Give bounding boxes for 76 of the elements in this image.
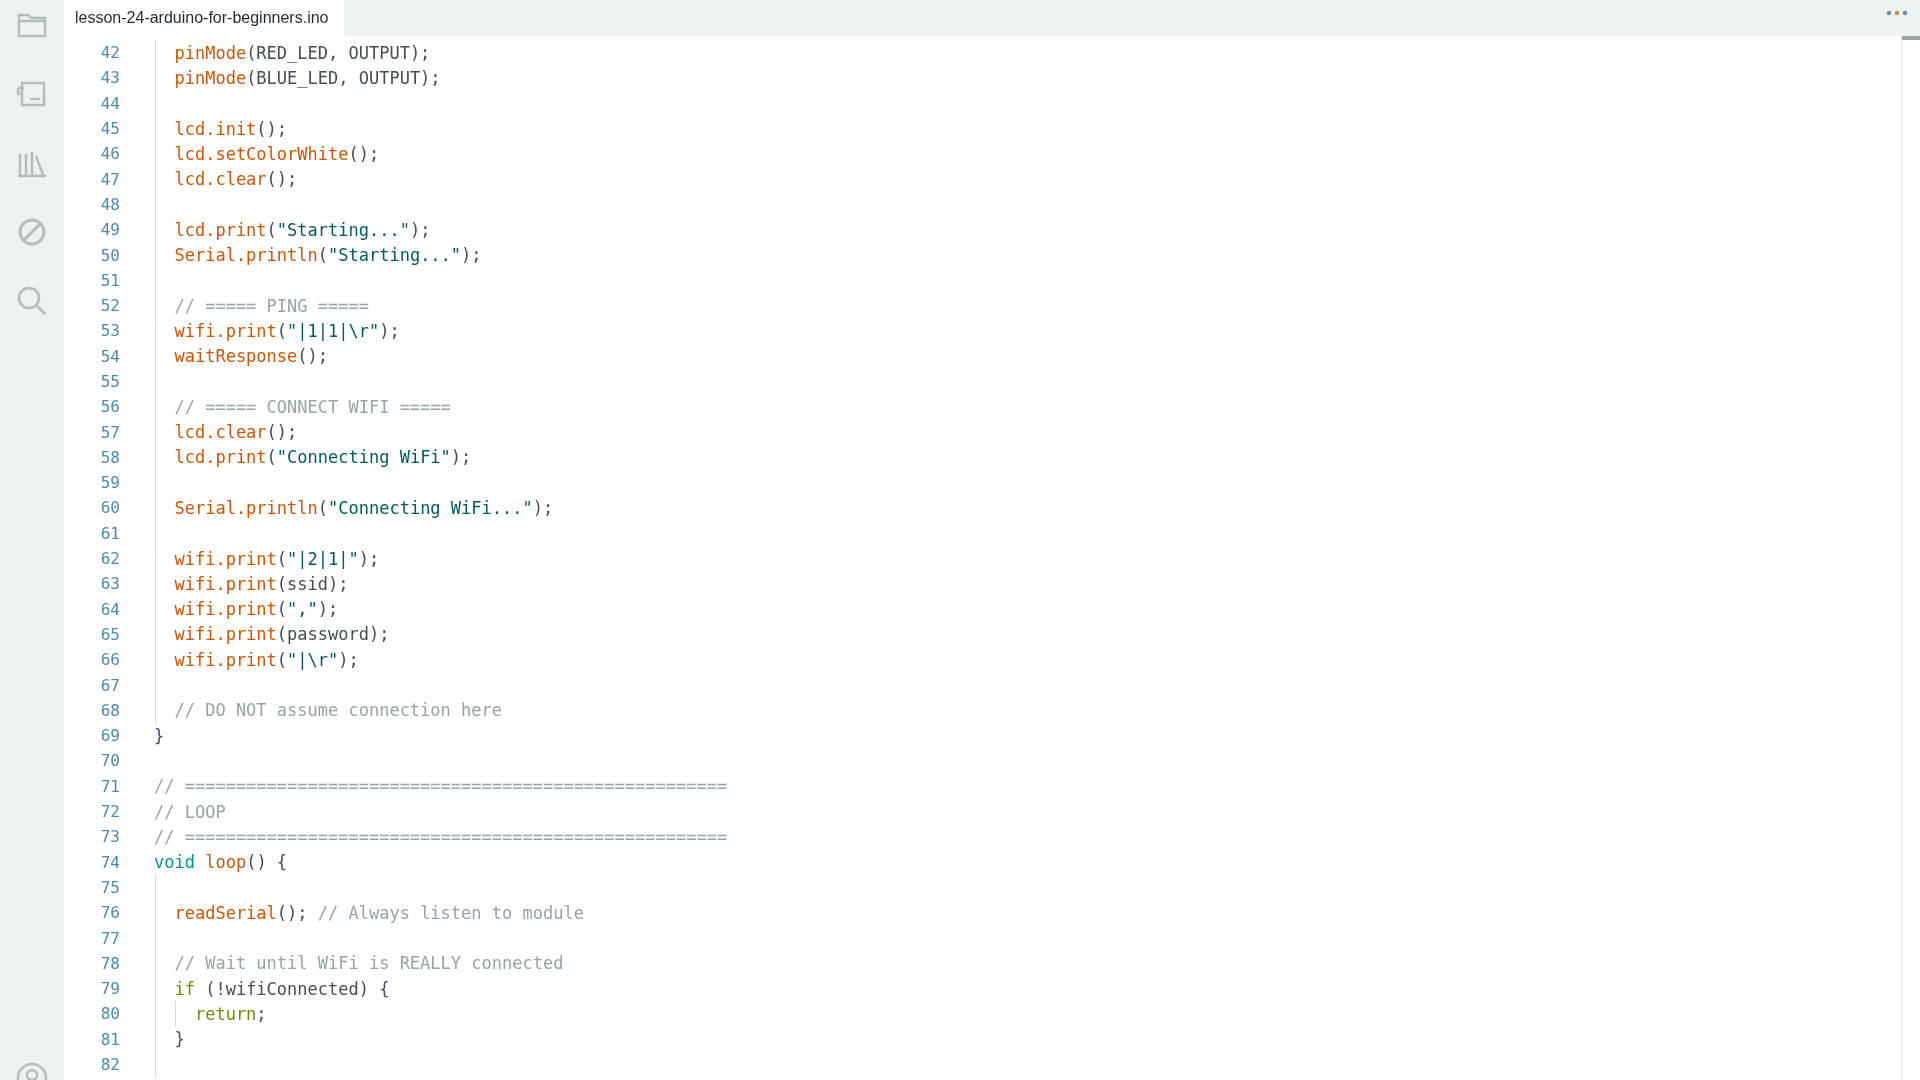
code-line: // DO NOT assume connection here [173, 700, 502, 721]
code-line: void loop() { [154, 852, 288, 873]
line-number: 69 [99, 726, 120, 746]
code-line: lcd.init(); [173, 118, 288, 139]
line-number: 43 [99, 68, 120, 88]
line-number: 65 [99, 624, 120, 644]
line-number: 57 [99, 422, 120, 442]
line-number: 63 [99, 574, 120, 594]
code-line: readSerial(); // Always listen to module [173, 902, 584, 923]
board-icon[interactable] [16, 79, 48, 109]
line-number: 44 [99, 93, 120, 113]
line-number: 56 [99, 397, 120, 417]
line-number: 62 [99, 549, 120, 569]
line-number: 74 [99, 852, 120, 872]
code-line: wifi.print("|1|1|\r"); [173, 320, 400, 341]
file-tab[interactable]: lesson-24-arduino-for-beginners.ino [64, 0, 345, 36]
line-number: 51 [99, 270, 120, 290]
code-line: // ===================================================== [154, 826, 728, 847]
code-line: Serial.println("Connecting WiFi..."); [173, 498, 554, 518]
line-number: 72 [99, 802, 120, 822]
line-number: 75 [99, 877, 120, 897]
line-number: 45 [99, 119, 120, 139]
search-icon[interactable] [16, 286, 48, 316]
code-line: lcd.clear(); [173, 422, 298, 443]
line-number: 66 [99, 650, 120, 670]
line-number: 82 [99, 1055, 120, 1074]
line-number: 47 [99, 169, 120, 189]
code-line: wifi.print(","); [173, 599, 339, 620]
line-number: 76 [99, 903, 120, 923]
line-number: 53 [99, 321, 120, 341]
code-line: pinMode(BLUE_LED, OUTPUT); [173, 67, 441, 88]
more-icon[interactable] [1886, 9, 1908, 17]
line-number: 59 [99, 473, 120, 493]
line-number: 58 [99, 447, 120, 467]
line-number: 61 [99, 523, 120, 543]
code-line: pinMode(RED_LED, OUTPUT); [173, 42, 431, 63]
code-line: // ===================================================== [154, 776, 728, 797]
code-line: // LOOP [154, 801, 226, 822]
code-line: waitResponse(); [173, 346, 328, 367]
code-line: return; [193, 1003, 267, 1024]
code-line: } [173, 1029, 185, 1050]
code-line: // ===== CONNECT WIFI ===== [173, 396, 451, 417]
line-number: 52 [99, 296, 120, 316]
line-number: 70 [99, 751, 120, 771]
line-number: 55 [99, 372, 120, 391]
code-line: lcd.clear(); [173, 169, 298, 190]
code-line: wifi.print(ssid); [173, 573, 349, 594]
code-line: wifi.print("|\r"); [173, 649, 359, 670]
code-line: Serial.println("Starting..."); [173, 245, 482, 265]
line-number: 60 [99, 498, 120, 518]
line-number: 77 [99, 928, 120, 948]
line-number: 73 [99, 827, 120, 847]
line-number: 79 [99, 979, 120, 999]
line-number: 67 [99, 675, 120, 695]
line-number: 42 [99, 43, 120, 63]
code-line: wifi.print(password); [173, 624, 390, 645]
line-number: 54 [99, 346, 120, 366]
code-line: wifi.print("|2|1|"); [173, 548, 380, 569]
line-number: 81 [99, 1029, 120, 1049]
line-number: 50 [99, 245, 120, 265]
code-line: lcd.setColorWhite(); [173, 143, 380, 164]
code-line: // Wait until WiFi is REALLY connected [173, 953, 564, 974]
line-number: 48 [99, 194, 120, 214]
code-line: lcd.print("Connecting WiFi"); [173, 447, 472, 468]
line-number: 80 [99, 1004, 120, 1024]
code-line: // ===== PING ===== [173, 295, 369, 316]
line-number: 78 [99, 953, 120, 973]
line-number: 46 [99, 144, 120, 164]
debug-icon[interactable] [16, 217, 48, 247]
line-number: 71 [99, 776, 120, 796]
code-line: if (!wifiConnected) { [173, 978, 390, 999]
line-number: 68 [99, 700, 120, 720]
code-line: lcd.print("Starting..."); [173, 219, 431, 240]
line-number: 49 [99, 220, 120, 240]
code-line: } [154, 725, 165, 746]
line-number: 64 [99, 599, 120, 619]
